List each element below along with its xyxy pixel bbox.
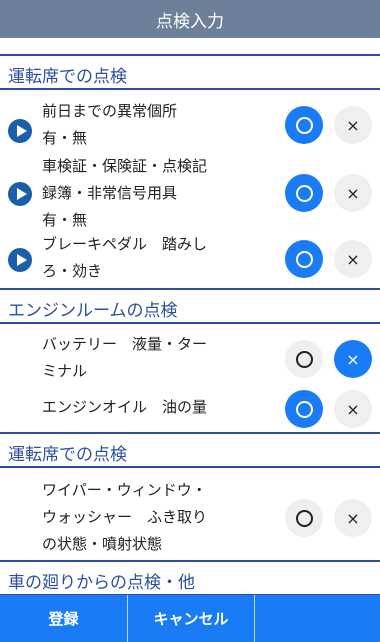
footer-bar: 登録 キャンセル [0,595,380,642]
item-label: 前日までの異常個所 有・無 [42,102,178,147]
circle-icon [295,116,313,134]
section-header-driver-seat-2: 運転席での点検 [0,432,380,468]
section-header-driver-seat: 運転席での点検 [0,54,380,90]
ok-button[interactable] [285,390,323,428]
ng-button[interactable]: × [334,390,372,428]
ok-button[interactable] [285,106,323,144]
cross-icon: × [346,249,360,269]
list-item: 車検証・保険証・点検記 録簿・非常信号用具 有・無 × [0,156,380,236]
play-icon[interactable] [8,248,32,272]
section-title: 車の廻りからの点検・他 [8,573,195,593]
list-item: エンジンオイル 油の量 × [0,388,380,430]
circle-icon [295,400,313,418]
ok-button[interactable] [285,340,323,378]
ng-button[interactable]: × [334,240,372,278]
page-title: 点検入力 [156,11,224,32]
play-icon[interactable] [8,119,32,143]
list-item: 前日までの異常個所 有・無 × [0,94,380,156]
ng-button[interactable]: × [334,499,372,537]
footer-empty-button[interactable] [255,595,380,642]
app-header: 点検入力 [0,0,380,38]
cancel-button[interactable]: キャンセル [128,595,255,642]
item-label: ブレーキペダル 踏みし ろ・効き [42,235,208,280]
section-title: 運転席での点検 [8,67,127,87]
item-label: ワイパー・ウィンドウ・ ウォッシャー ふき取り の状態・噴射状態 [42,481,208,553]
ok-button[interactable] [285,174,323,212]
section-header-engine-room: エンジンルームの点検 [0,288,380,324]
cross-icon: × [346,183,360,203]
ok-button[interactable] [285,240,323,278]
list-item: バッテリー 液量・ター ミナル × [0,328,380,388]
register-button[interactable]: 登録 [0,595,128,642]
ng-button[interactable]: × [334,106,372,144]
circle-icon [295,509,313,527]
item-label: 車検証・保険証・点検記 録簿・非常信号用具 有・無 [42,157,208,229]
circle-icon [295,350,313,368]
item-label: エンジンオイル 油の量 [42,398,208,416]
inspection-list[interactable]: 運転席での点検 前日までの異常個所 有・無 × 車検証・保険証・点検記 録簿・非… [0,38,380,595]
ng-button[interactable]: × [334,174,372,212]
section-title: エンジンルームの点検 [8,301,178,321]
cross-icon: × [346,399,360,419]
play-icon[interactable] [8,182,32,206]
cross-icon: × [346,349,360,369]
section-header-around-car: 車の廻りからの点検・他 [0,560,380,595]
ok-button[interactable] [285,499,323,537]
item-label: バッテリー 液量・ター ミナル [42,335,208,380]
cross-icon: × [346,508,360,528]
list-item: ワイパー・ウィンドウ・ ウォッシャー ふき取り の状態・噴射状態 × [0,472,380,560]
list-item: ブレーキペダル 踏みし ろ・効き × [0,235,380,288]
circle-icon [295,250,313,268]
circle-icon [295,184,313,202]
section-title: 運転席での点検 [8,445,127,465]
cross-icon: × [346,115,360,135]
ng-button[interactable]: × [334,340,372,378]
